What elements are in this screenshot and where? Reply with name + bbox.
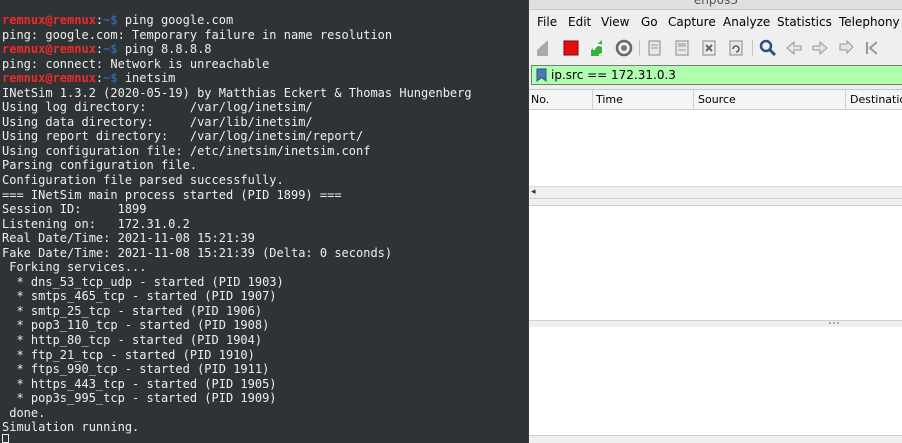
terminal-output-line: * https_443_tcp - started (PID 1905) — [2, 376, 277, 391]
prompt-user: remnux@remnux — [2, 42, 96, 57]
restart-capture-icon[interactable] — [587, 37, 609, 59]
prompt-path: ~$ — [103, 42, 118, 57]
toolbar-separator — [752, 40, 753, 56]
prompt-user: remnux@remnux — [2, 13, 96, 27]
find-packet-icon[interactable] — [757, 37, 779, 59]
packet-list-pane[interactable]: No. Time Source Destination ◂ — [529, 89, 902, 199]
column-header-time[interactable]: Time — [596, 93, 623, 106]
wireshark-window[interactable]: enp0s3 File Edit View Go Capture Analyze… — [528, 0, 902, 443]
terminal-cursor — [2, 434, 9, 443]
terminal-output-line: ping: google.com: Temporary failure in n… — [2, 27, 393, 42]
window-titlebar[interactable]: enp0s3 — [529, 0, 902, 10]
terminal-prompt-line: remnux@remnux:~$ inetsim — [2, 71, 472, 86]
pane-splitter[interactable] — [529, 198, 902, 206]
reload-file-icon[interactable] — [725, 37, 747, 59]
terminal-output-line: ping: connect: Network is unreachable — [2, 56, 270, 71]
terminal-prompt-line: remnux@remnux:~$ ping 8.8.8.8 — [2, 42, 472, 57]
terminal-prompt-line: remnux@remnux:~$ ping google.com — [2, 13, 472, 28]
column-separator — [693, 90, 694, 109]
display-filter-bar[interactable]: ip.src == 172.31.0.3 — [531, 65, 902, 85]
toolbar-separator — [639, 40, 640, 56]
terminal-output-line: Forking services... — [2, 260, 147, 275]
terminal-output-line: Using configuration file: /etc/inetsim/i… — [2, 143, 371, 158]
prompt-path: ~$ — [103, 13, 118, 27]
stop-capture-icon[interactable] — [560, 37, 582, 59]
packet-bytes-pane[interactable] — [529, 327, 902, 435]
column-header-source[interactable]: Source — [698, 93, 736, 106]
menu-telephony[interactable]: Telephony — [839, 15, 900, 29]
capture-options-icon[interactable] — [613, 37, 635, 59]
terminal-output-line: Configuration file parsed successfully. — [2, 173, 284, 188]
menu-edit[interactable]: Edit — [568, 15, 591, 29]
menu-go[interactable]: Go — [641, 15, 658, 29]
command-text: ping google.com — [117, 13, 234, 27]
menu-statistics[interactable]: Statistics — [777, 15, 832, 29]
terminal-output-line: * pop3_110_tcp - started (PID 1908) — [2, 318, 270, 333]
terminal-output-line: Parsing configuration file. — [2, 158, 198, 173]
terminal-output-line: Simulation running. — [2, 420, 140, 435]
menu-view[interactable]: View — [601, 15, 629, 29]
terminal-output-line: * ftp_21_tcp - started (PID 1910) — [2, 347, 255, 362]
terminal-output-line: * ftps_990_tcp - started (PID 1911) — [2, 362, 270, 377]
menu-bar: File Edit View Go Capture Analyze Statis… — [529, 10, 902, 34]
terminal-output-line: * http_80_tcp - started (PID 1904) — [2, 333, 263, 348]
terminal-output-line: Listening on: 172.31.0.2 — [2, 216, 190, 231]
terminal-output-line: Using report directory: /var/log/inetsim… — [2, 129, 364, 144]
go-to-packet-icon[interactable] — [835, 37, 857, 59]
scroll-left-arrow-icon[interactable]: ◂ — [531, 187, 536, 197]
terminal-output-line: Real Date/Time: 2021-11-08 15:21:39 — [2, 231, 255, 246]
close-file-icon[interactable] — [698, 37, 720, 59]
command-text: ping 8.8.8.8 — [117, 42, 212, 57]
menu-file[interactable]: File — [537, 15, 557, 29]
go-forward-icon[interactable] — [809, 37, 831, 59]
terminal-output-line: === INetSim main process started (PID 18… — [2, 187, 342, 202]
column-separator — [845, 90, 846, 109]
shark-fin-start-icon[interactable] — [533, 37, 555, 59]
main-toolbar — [529, 34, 902, 62]
terminal-output-line: Session ID: 1899 — [2, 202, 147, 217]
terminal-output-line: * dns_53_tcp_udp - started (PID 1903) — [2, 274, 284, 289]
terminal-output: remnux@remnux:~$ ping google.com ping: go… — [2, 13, 472, 435]
save-file-icon[interactable] — [671, 37, 693, 59]
packet-list-header: No. Time Source Destination — [529, 90, 902, 110]
menu-analyze[interactable]: Analyze — [723, 15, 770, 29]
bookmark-icon[interactable] — [536, 68, 547, 82]
open-file-icon[interactable] — [644, 37, 666, 59]
prompt-user: remnux@remnux — [2, 71, 96, 86]
terminal-window[interactable]: remnux@remnux:~$ ping google.com ping: go… — [0, 0, 528, 443]
terminal-output-line: * pop3s_995_tcp - started (PID 1909) — [2, 391, 277, 406]
display-filter-input[interactable]: ip.src == 172.31.0.3 — [551, 68, 676, 82]
column-separator — [592, 90, 593, 109]
packet-details-pane[interactable] — [529, 206, 902, 320]
terminal-output-line: INetSim 1.3.2 (2020-05-19) by Matthias E… — [2, 85, 472, 100]
command-text: inetsim — [117, 71, 176, 86]
prompt-path: ~$ — [103, 71, 118, 86]
terminal-output-line: Using log directory: /var/log/inetsim/ — [2, 100, 313, 115]
terminal-output-line: Fake Date/Time: 2021-11-08 15:21:39 (Del… — [2, 245, 393, 260]
window-title: enp0s3 — [693, 0, 739, 7]
status-bar — [529, 435, 902, 443]
go-back-icon[interactable] — [783, 37, 805, 59]
column-header-no[interactable]: No. — [531, 93, 549, 106]
terminal-output-line: * smtp_25_tcp - started (PID 1906) — [2, 303, 263, 318]
menu-capture[interactable]: Capture — [668, 15, 716, 29]
column-header-destination[interactable]: Destination — [850, 93, 902, 106]
go-first-icon[interactable] — [861, 37, 883, 59]
terminal-output-line: * smtps_465_tcp - started (PID 1907) — [2, 289, 277, 304]
splitter-grip-icon — [829, 322, 839, 324]
terminal-output-line: done. — [2, 405, 46, 420]
terminal-output-line: Using data directory: /var/lib/inetsim/ — [2, 114, 313, 129]
